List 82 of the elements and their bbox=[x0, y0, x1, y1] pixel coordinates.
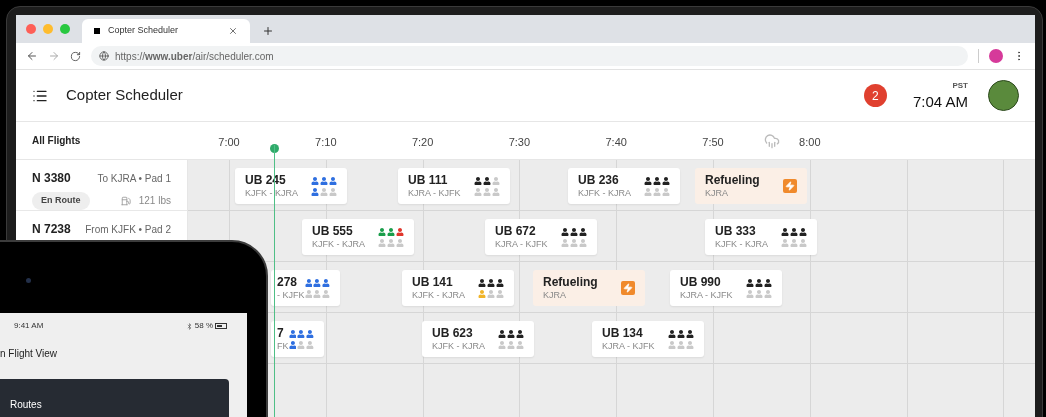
flight-number: 278 bbox=[277, 274, 299, 290]
flight-route: KJRA - KJFK bbox=[495, 238, 548, 251]
tail-number: N 7238 bbox=[32, 221, 71, 238]
card-location: KJRA bbox=[543, 289, 567, 302]
flight-route: KJRA - KJFK bbox=[408, 187, 461, 200]
charging-icon bbox=[783, 179, 797, 193]
time-label: 7:10 bbox=[315, 135, 337, 150]
flight-card[interactable]: UB 236 KJFK - KJRA bbox=[568, 168, 680, 204]
tablet-title: n Flight View bbox=[0, 347, 59, 361]
flight-number: UB 672 bbox=[495, 223, 537, 239]
flight-card[interactable]: 7 FK bbox=[271, 321, 324, 357]
time-label: 7:00 bbox=[218, 135, 240, 150]
fuel-icon bbox=[120, 195, 131, 206]
aircraft-row[interactable]: N 7238 From KJFK • Pad 2 bbox=[16, 211, 187, 238]
flight-card[interactable]: UB 555 KJFK - KJRA bbox=[302, 219, 414, 255]
time-label: 7:20 bbox=[411, 135, 434, 150]
aircraft-route: From KJFK • Pad 2 bbox=[85, 222, 171, 237]
flight-card[interactable]: UB 333 KJFK - KJRA bbox=[705, 219, 817, 255]
battery-icon bbox=[215, 323, 227, 329]
routes-label: Routes bbox=[10, 399, 42, 410]
flight-route: KJFK - KJRA bbox=[245, 187, 298, 200]
charging-icon bbox=[621, 281, 635, 295]
flight-route: KJFK - KJRA bbox=[578, 187, 631, 200]
aircraft-route: To KJRA • Pad 1 bbox=[97, 171, 171, 186]
card-location: KJRA bbox=[705, 187, 729, 200]
close-tab-icon[interactable] bbox=[228, 26, 238, 36]
flight-card[interactable]: UB 623 KJFK - KJRA bbox=[422, 321, 534, 357]
routes-panel[interactable]: Routes bbox=[0, 379, 229, 417]
card-title: Refueling bbox=[705, 172, 760, 188]
bluetooth-icon bbox=[185, 322, 193, 330]
rain-cloud-icon bbox=[764, 133, 780, 149]
flight-route: KJFK - KJRA bbox=[715, 238, 768, 251]
refueling-card[interactable]: Refueling KJRA bbox=[695, 168, 807, 204]
tail-number: N 3380 bbox=[32, 170, 71, 187]
current-time: 7:04 AM bbox=[912, 94, 968, 109]
refueling-card[interactable]: Refueling KJRA bbox=[533, 270, 645, 306]
app-title: Copter Scheduler bbox=[66, 85, 183, 106]
flight-card[interactable]: 278 - KJFK bbox=[271, 270, 340, 306]
notification-badge[interactable]: 2 bbox=[863, 84, 887, 107]
status-pill: En Route bbox=[32, 192, 90, 210]
time-label: 7:40 bbox=[605, 135, 627, 150]
new-tab-icon[interactable] bbox=[262, 25, 274, 37]
flight-route: KJFK - KJRA bbox=[412, 289, 465, 302]
flight-number: UB 333 bbox=[715, 223, 757, 239]
time-label: 8:00 bbox=[799, 135, 821, 150]
flight-number: UB 236 bbox=[578, 172, 620, 188]
user-avatar[interactable] bbox=[988, 80, 1019, 111]
profile-avatar[interactable] bbox=[989, 49, 1003, 63]
flight-route: KJRA - KJFK bbox=[680, 289, 733, 302]
back-icon[interactable] bbox=[26, 50, 38, 62]
flight-number: UB 623 bbox=[432, 325, 474, 341]
flight-number: 7 bbox=[277, 325, 285, 341]
flight-route: KJFK - KJRA bbox=[432, 340, 485, 353]
flight-number: UB 134 bbox=[602, 325, 644, 341]
flight-card[interactable]: UB 111 KJRA - KJFK bbox=[398, 168, 510, 204]
flight-route: KJFK - KJRA bbox=[312, 238, 365, 251]
flight-card[interactable]: UB 990 KJRA - KJFK bbox=[670, 270, 782, 306]
flight-number: UB 111 bbox=[408, 172, 449, 188]
flight-number: UB 141 bbox=[412, 274, 454, 290]
card-title: Refueling bbox=[543, 274, 598, 290]
time-label: 7:50 bbox=[702, 135, 724, 150]
flight-number: UB 555 bbox=[312, 223, 354, 239]
fuel-amount: 121 lbs bbox=[138, 194, 171, 209]
address-bar[interactable]: https://www.uber/air/scheduler.com bbox=[90, 46, 968, 66]
all-flights-heading: All Flights bbox=[32, 134, 81, 148]
flight-card[interactable]: UB 672 KJRA - KJFK bbox=[485, 219, 597, 255]
timezone-label: PST bbox=[952, 82, 968, 90]
aircraft-row[interactable]: N 3380 To KJRA • Pad 1 En Route 121 lbs bbox=[16, 160, 187, 211]
time-label: 7:30 bbox=[508, 135, 531, 150]
flight-route: KJRA - KJFK bbox=[602, 340, 655, 353]
flight-number: UB 990 bbox=[680, 274, 722, 290]
status-time: 9:41 AM bbox=[14, 320, 44, 332]
globe-icon bbox=[98, 51, 109, 61]
battery-percent: 58 % bbox=[194, 320, 213, 332]
flight-route: - KJFK bbox=[277, 289, 305, 302]
url-text: https://www.uber/air/scheduler.com bbox=[114, 49, 274, 64]
favicon-icon bbox=[94, 28, 100, 34]
flight-card[interactable]: UB 141 KJFK - KJRA bbox=[402, 270, 514, 306]
reload-icon[interactable] bbox=[69, 50, 81, 62]
flight-card[interactable]: UB 134 KJRA - KJFK bbox=[592, 321, 704, 357]
browser-tab[interactable]: Copter Scheduler bbox=[82, 19, 250, 43]
flight-route: FK bbox=[277, 340, 289, 353]
